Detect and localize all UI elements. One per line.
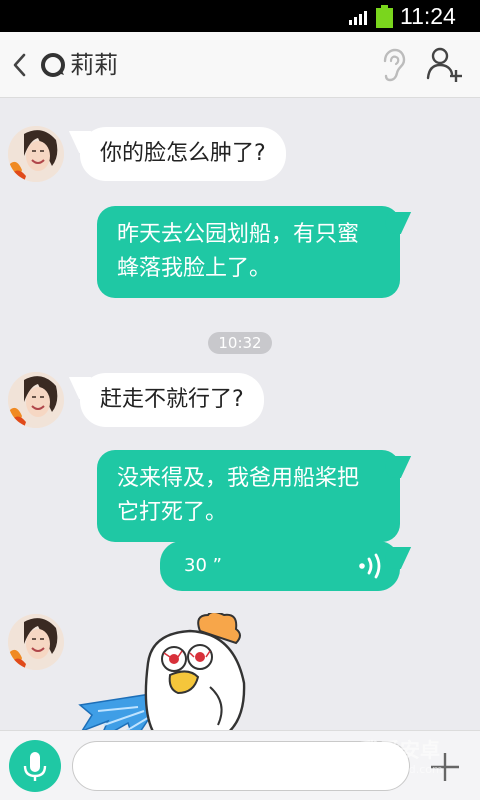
battery-icon bbox=[376, 5, 393, 28]
ear-icon[interactable] bbox=[378, 47, 406, 83]
watermark-url: 52android.com bbox=[360, 763, 443, 776]
timestamp: 10:32 bbox=[208, 332, 272, 354]
message-text: 赶走不就行了? bbox=[100, 387, 244, 412]
watermark-logo: 我爱安卓 52android.com bbox=[330, 735, 475, 785]
chat-area[interactable]: 你的脸怎么肿了? 昨天去公园划船，有只蜜蜂落我脸上了。 10:32 赶走不就行了… bbox=[0, 98, 480, 730]
add-user-icon[interactable] bbox=[426, 46, 466, 82]
title-bar: 莉莉 bbox=[0, 32, 480, 98]
status-bar: 11:24 bbox=[0, 0, 480, 32]
incoming-message[interactable]: 你的脸怎么肿了? bbox=[80, 127, 286, 181]
message-text: 没来得及，我爸用船桨把它打死了。 bbox=[117, 466, 360, 525]
watermark-text: 我爱安卓 bbox=[360, 738, 440, 762]
mic-icon bbox=[23, 752, 47, 781]
mic-button[interactable] bbox=[9, 740, 61, 792]
contact-name[interactable]: 莉莉 bbox=[70, 48, 118, 82]
clock: 11:24 bbox=[400, 3, 456, 29]
chicken-sticker[interactable] bbox=[78, 613, 248, 730]
avatar-image bbox=[8, 614, 64, 670]
avatar[interactable] bbox=[8, 126, 64, 182]
voice-wave-icon bbox=[359, 553, 381, 579]
outgoing-message[interactable]: 昨天去公园划船，有只蜜蜂落我脸上了。 bbox=[97, 206, 400, 298]
avatar[interactable] bbox=[8, 614, 64, 670]
avatar-image bbox=[8, 372, 64, 428]
message-text: 昨天去公园划船，有只蜜蜂落我脸上了。 bbox=[117, 222, 360, 281]
contact-icon bbox=[41, 53, 65, 77]
signal-icon bbox=[349, 11, 367, 25]
avatar-image bbox=[8, 126, 64, 182]
outgoing-message[interactable]: 没来得及，我爸用船桨把它打死了。 bbox=[97, 450, 400, 542]
android-logo-icon bbox=[334, 747, 352, 771]
avatar[interactable] bbox=[8, 372, 64, 428]
voice-duration: 30 ” bbox=[184, 555, 222, 576]
back-icon[interactable] bbox=[10, 50, 30, 80]
message-text: 你的脸怎么肿了? bbox=[100, 141, 266, 166]
incoming-message[interactable]: 赶走不就行了? bbox=[80, 373, 264, 427]
